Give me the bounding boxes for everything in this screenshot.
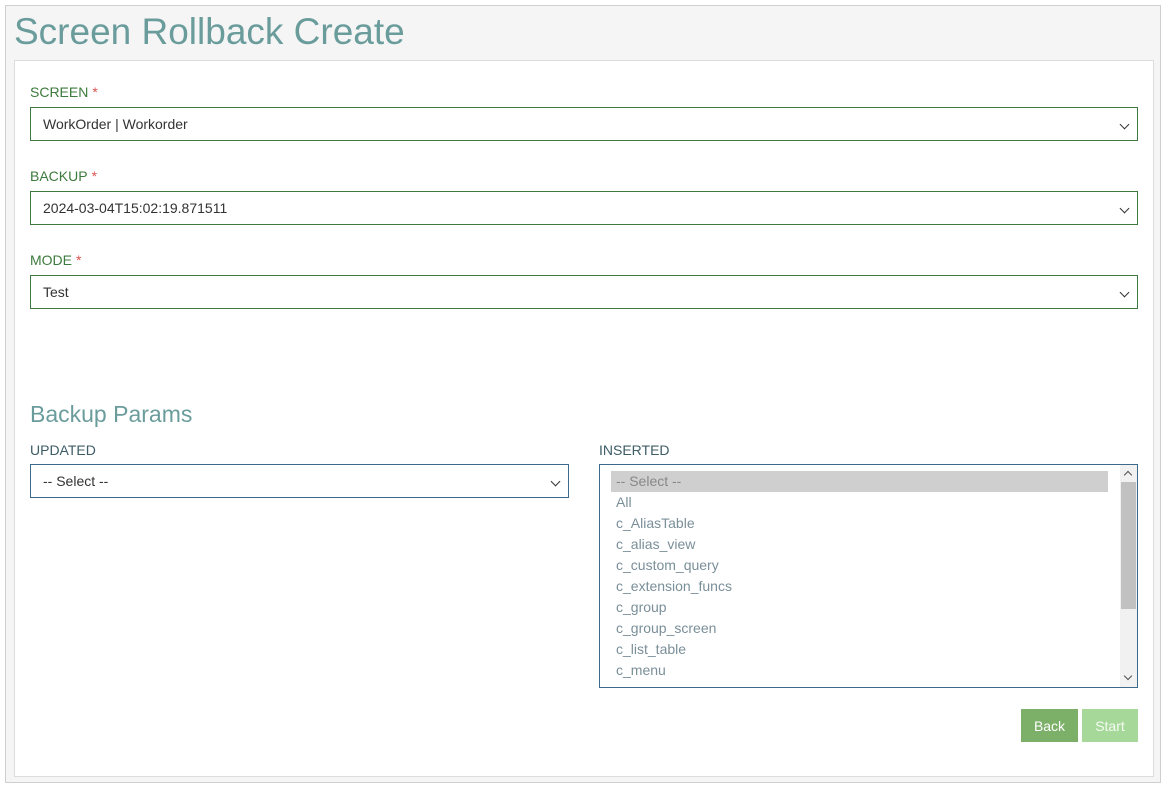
listbox-option[interactable]: c_alias_view bbox=[611, 534, 1108, 555]
required-marker: * bbox=[76, 252, 82, 268]
backup-label: BACKUP * bbox=[30, 168, 97, 184]
backup-label-text: BACKUP bbox=[30, 168, 88, 184]
updated-select-value: -- Select -- bbox=[43, 473, 109, 489]
mode-select[interactable]: Test bbox=[30, 275, 1138, 309]
backup-select[interactable]: 2024-03-04T15:02:19.871511 bbox=[30, 191, 1138, 225]
mode-label: MODE * bbox=[30, 252, 81, 268]
start-button[interactable]: Start bbox=[1082, 709, 1138, 742]
mode-select-value: Test bbox=[43, 284, 69, 300]
backup-select-value: 2024-03-04T15:02:19.871511 bbox=[43, 200, 228, 216]
form-panel: SCREEN * WorkOrder | Workorder BACKUP * 20… bbox=[14, 60, 1154, 777]
chevron-down-icon bbox=[1119, 203, 1130, 214]
chevron-down-icon bbox=[1119, 119, 1130, 130]
listbox-option[interactable]: c_AliasTable bbox=[611, 513, 1108, 534]
required-marker: * bbox=[91, 168, 98, 184]
listbox-option[interactable]: -- Select -- bbox=[611, 471, 1108, 492]
listbox-option[interactable]: c_extension_funcs bbox=[611, 576, 1108, 597]
inserted-options: -- Select -- All c_AliasTable c_alias_view c… bbox=[611, 471, 1108, 681]
screen-label: SCREEN * bbox=[30, 84, 98, 100]
page-title: Screen Rollback Create bbox=[14, 11, 405, 52]
page-container: Screen Rollback Create SCREEN * WorkOrder… bbox=[5, 5, 1161, 783]
scroll-down-arrow-icon[interactable] bbox=[1120, 670, 1137, 687]
chevron-down-icon bbox=[550, 476, 561, 487]
listbox-option[interactable]: c_list_table bbox=[611, 639, 1108, 660]
scrollbar-thumb[interactable] bbox=[1121, 482, 1136, 609]
mode-label-text: MODE bbox=[30, 252, 72, 268]
back-button[interactable]: Back bbox=[1021, 709, 1078, 742]
listbox-option[interactable]: c_group_screen bbox=[611, 618, 1108, 639]
listbox-option[interactable]: c_custom_query bbox=[611, 555, 1108, 576]
chevron-down-icon bbox=[1119, 287, 1130, 298]
listbox-scrollbar[interactable] bbox=[1120, 465, 1137, 687]
backup-params-title: Backup Params bbox=[30, 401, 193, 427]
inserted-listbox[interactable]: -- Select -- All c_AliasTable c_alias_view c… bbox=[599, 464, 1138, 688]
inserted-label: INSERTED bbox=[599, 442, 670, 458]
updated-label: UPDATED bbox=[30, 442, 96, 458]
scroll-up-arrow-icon[interactable] bbox=[1120, 465, 1137, 482]
screen-select-value: WorkOrder | Workorder bbox=[43, 116, 188, 132]
screen-label-text: SCREEN bbox=[30, 84, 89, 100]
listbox-option[interactable]: c_group bbox=[611, 597, 1108, 618]
listbox-option[interactable]: All bbox=[611, 492, 1108, 513]
required-marker: * bbox=[92, 84, 98, 100]
updated-select[interactable]: -- Select -- bbox=[30, 464, 569, 498]
listbox-option[interactable]: c_menu bbox=[611, 660, 1108, 681]
screen-select[interactable]: WorkOrder | Workorder bbox=[30, 107, 1138, 141]
